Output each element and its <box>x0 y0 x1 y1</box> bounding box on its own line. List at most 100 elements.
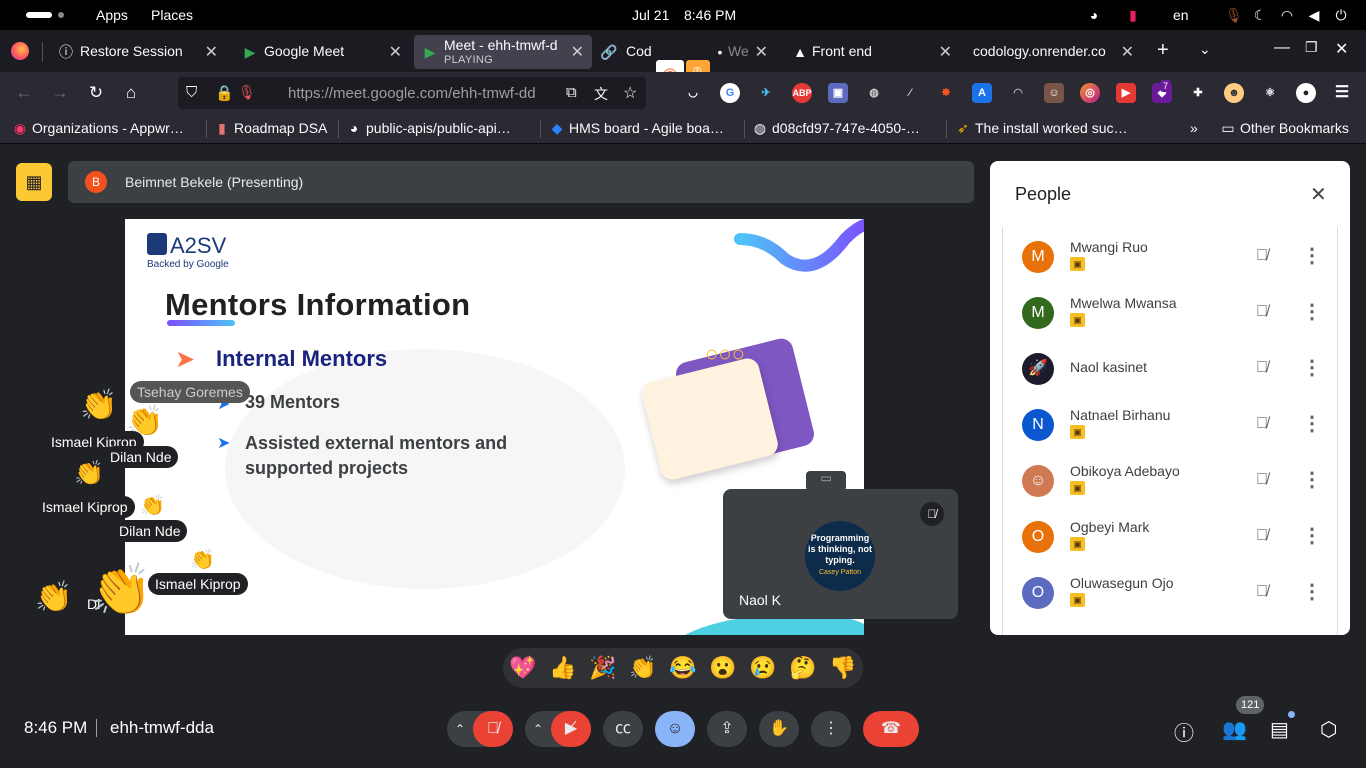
close-tab-icon[interactable]: ✕ <box>571 42 584 62</box>
more-options-button[interactable]: ⋮ <box>811 711 851 747</box>
back-icon[interactable]: ← <box>13 82 35 104</box>
pip-icon[interactable]: ⧉ <box>566 84 577 101</box>
more-options-icon[interactable]: ⋮ <box>1302 469 1322 491</box>
more-options-icon[interactable]: ⋮ <box>1302 301 1322 323</box>
mic-off-icon[interactable]: 🎙̸ <box>1252 583 1272 603</box>
url-bar[interactable]: ⛉ 🔒 🎙 https://meet.google.com/ehh-tmwf-d… <box>178 77 646 109</box>
participant-row[interactable]: O Ogbeyi Mark ▣ 🎙̸ ⋮ <box>990 511 1338 567</box>
svelte-ext-icon[interactable]: ✸ <box>936 83 956 103</box>
reaction-sad[interactable]: 😢 <box>744 649 782 687</box>
mic-off-button[interactable]: 🎙̸ <box>473 711 513 747</box>
mic-control[interactable]: ⌃ 🎙̸ <box>447 711 513 747</box>
pdf-indicator-icon[interactable]: ▮ <box>1125 7 1141 23</box>
tab-front-end[interactable]: ▲ Front end ✕ <box>780 35 960 69</box>
presentation-layout-button[interactable]: ▦ <box>16 163 52 201</box>
bookmark-item[interactable]: ◕ public-apis/public-api… <box>346 120 511 136</box>
participant-row[interactable]: N Natnael Birhanu ▣ 🎙̸ ⋮ <box>990 399 1338 455</box>
close-tab-icon[interactable]: ✕ <box>389 42 402 62</box>
places-menu[interactable]: Places <box>151 7 193 23</box>
close-tab-icon[interactable]: ✕ <box>1121 42 1134 62</box>
more-options-icon[interactable]: ⋮ <box>1302 245 1322 267</box>
reaction-heart[interactable]: 💖 <box>504 649 542 687</box>
more-options-icon[interactable]: ⋮ <box>1302 413 1322 435</box>
chevron-up-icon[interactable]: ⌃ <box>533 711 543 747</box>
profile-ext-icon[interactable]: ☻ <box>1224 83 1244 103</box>
extensions-puzzle-icon[interactable]: ✚ <box>1188 83 1208 103</box>
reaction-thinking[interactable]: 🤔 <box>784 649 822 687</box>
tab-we[interactable]: • We ✕ <box>710 35 776 69</box>
bookmark-item[interactable]: ◆ HMS board - Agile boa… <box>549 120 724 137</box>
self-view-tile[interactable]: ▭ Programming is thinking, not typing. C… <box>723 471 958 619</box>
activities-indicator[interactable] <box>26 12 52 18</box>
close-tab-icon[interactable]: ✕ <box>755 42 768 62</box>
bookmark-item[interactable]: ▮ Roadmap DSA <box>214 120 327 137</box>
captions-button[interactable]: ㏄ <box>603 711 643 747</box>
close-tab-icon[interactable]: ✕ <box>205 42 218 62</box>
translate-ext-icon[interactable]: A <box>972 83 992 103</box>
participant-row[interactable]: ☺ Obikoya Adebayo ▣ 🎙̸ ⋮ <box>990 455 1338 511</box>
clock-time[interactable]: 8:46 PM <box>684 7 736 23</box>
mic-off-icon[interactable]: 🎙̸ <box>1252 359 1272 379</box>
camera-off-button[interactable]: ▶̸ <box>551 711 591 747</box>
globe-ext-icon[interactable]: ◍ <box>864 83 884 103</box>
participant-row[interactable]: 🚀 Naol kasinet 🎙̸ ⋮ <box>990 343 1338 399</box>
new-tab-icon[interactable]: + <box>1157 39 1169 62</box>
restore-icon[interactable]: ❐ <box>1305 39 1318 56</box>
tab-codology[interactable]: 🔗 Cod <box>596 35 656 69</box>
reaction-surprised[interactable]: 😮 <box>704 649 742 687</box>
reaction-party[interactable]: 🎉 <box>584 649 622 687</box>
forward-icon[interactable]: → <box>49 82 71 104</box>
bookmark-item[interactable]: ➶ The install worked suc… <box>955 120 1127 137</box>
bookmark-star-icon[interactable]: ☆ <box>623 83 637 103</box>
grammarly-icon[interactable]: G <box>720 83 740 103</box>
bookmark-item[interactable]: ◍ d08cfd97-747e-4050-… <box>752 120 920 137</box>
more-options-icon[interactable]: ⋮ <box>1302 357 1322 379</box>
power-icon[interactable]: ⏻ <box>1333 7 1349 23</box>
close-icon[interactable]: ✕ <box>1310 182 1327 207</box>
adblock-icon[interactable]: ABP <box>792 83 812 103</box>
firefox-menu-icon[interactable] <box>11 42 29 60</box>
extension-plane-icon[interactable]: ✈ <box>756 83 776 103</box>
leave-call-button[interactable]: ☎ <box>863 711 919 747</box>
participant-row[interactable]: M Mwelwa Mwansa ▣ 🎙̸ ⋮ <box>990 287 1338 343</box>
people-icon[interactable]: 👥 <box>1222 717 1247 742</box>
reload-icon[interactable]: ↻ <box>85 82 107 104</box>
chevron-up-icon[interactable]: ⌃ <box>455 711 465 747</box>
arc-ext-icon[interactable]: ◠ <box>1008 83 1028 103</box>
translate-icon[interactable]: 文 <box>594 84 608 104</box>
night-light-icon[interactable]: ☾ <box>1252 7 1268 23</box>
mic-off-icon[interactable]: 🎙̸ <box>1252 471 1272 491</box>
wifi-icon[interactable]: ◠ <box>1279 7 1295 23</box>
minimize-icon[interactable]: — <box>1274 39 1290 57</box>
browser-indicator-icon[interactable]: ◕ <box>1086 7 1102 23</box>
volume-icon[interactable]: ◀ <box>1306 7 1322 23</box>
mic-off-icon[interactable]: 🎙̸ <box>1252 247 1272 267</box>
shield-icon[interactable]: ⛉ <box>186 84 197 101</box>
microphone-icon[interactable]: 🎙 <box>1225 7 1243 23</box>
tab-meet-active[interactable]: ▶ Meet - ehh-tmwf-d PLAYING ✕ <box>414 35 592 69</box>
bookmarks-overflow-icon[interactable]: » <box>1190 120 1198 136</box>
pocket-icon[interactable]: ◡ <box>683 83 703 103</box>
reaction-clap[interactable]: 👏 <box>624 649 662 687</box>
hamburger-menu-icon[interactable]: ☰ <box>1332 83 1352 103</box>
meeting-code[interactable]: ehh-tmwf-dda <box>110 718 214 738</box>
tab-google-meet[interactable]: ▶ Google Meet ✕ <box>230 35 410 69</box>
mic-off-icon[interactable]: 🎙̸ <box>1252 415 1272 435</box>
participant-row[interactable]: M Mwangi Ruo ▣ 🎙̸ ⋮ <box>990 231 1338 287</box>
close-tab-icon[interactable]: ✕ <box>939 42 952 62</box>
url-text[interactable]: https://meet.google.com/ehh-tmwf-dd <box>288 85 558 102</box>
more-options-icon[interactable]: ⋮ <box>1302 581 1322 603</box>
raise-hand-button[interactable]: ✋ <box>759 711 799 747</box>
color-picker-icon[interactable]: ⁄ <box>900 83 920 103</box>
camera-ext-icon[interactable]: ● <box>1296 83 1316 103</box>
meeting-info-icon[interactable]: ⓘ <box>1174 717 1194 746</box>
image-ext-icon[interactable]: ▣ <box>828 83 848 103</box>
other-bookmarks[interactable]: ▭ Other Bookmarks <box>1220 120 1349 137</box>
lock-icon[interactable]: 🔒 <box>215 84 234 102</box>
mic-off-icon[interactable]: 🎙̸ <box>1252 303 1272 323</box>
tab-restore-session[interactable]: ⓘ Restore Session ✕ <box>46 35 226 69</box>
tile-options-icon[interactable]: ▭ <box>806 471 846 491</box>
chat-icon[interactable]: ▤ <box>1270 717 1289 742</box>
mic-off-icon[interactable]: 🎙̸ <box>1252 527 1272 547</box>
participant-row[interactable]: O Oluwasegun Ojo ▣ 🎙̸ ⋮ <box>990 567 1338 623</box>
